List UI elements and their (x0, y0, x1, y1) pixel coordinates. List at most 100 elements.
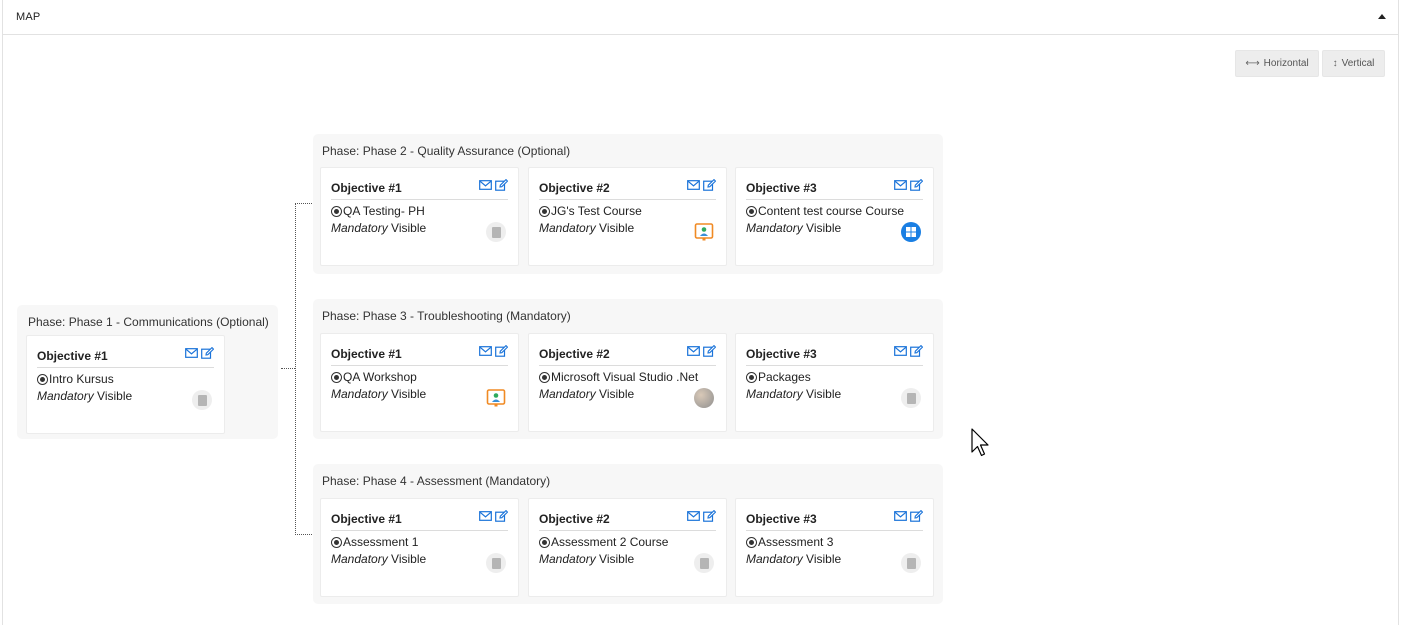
mail-icon[interactable] (894, 179, 907, 191)
visible-label: Visible (599, 387, 635, 401)
connector-branch-4 (295, 534, 312, 535)
visible-label: Visible (97, 389, 133, 403)
visible-label: Visible (806, 221, 842, 235)
course-name: Content test course Course (758, 204, 905, 218)
mail-icon[interactable] (894, 345, 907, 357)
course-name: Intro Kursus (49, 372, 114, 386)
objective-card[interactable]: Objective #2 Microsoft Visual Studio .Ne… (528, 333, 727, 432)
connector-vertical (295, 203, 296, 535)
objective-card[interactable]: Objective #3 Assessment 3 Mandatory Visi… (735, 498, 934, 597)
radio-selected-icon (331, 205, 342, 217)
mail-icon[interactable] (479, 510, 492, 522)
radio-selected-icon (539, 371, 550, 383)
objective-card[interactable]: Objective #3 Content test course Course … (735, 167, 934, 266)
objective-card[interactable]: Objective #1 Intro Kursus Mandatory Visi… (26, 335, 225, 434)
mandatory-label: Mandatory (331, 552, 388, 566)
visible-label: Visible (391, 552, 427, 566)
objective-title: Objective #2 (539, 512, 610, 526)
edit-icon[interactable] (910, 345, 923, 357)
radio-selected-icon (539, 205, 550, 217)
objective-card[interactable]: Objective #1 QA Testing- PH Mandatory Vi… (320, 167, 519, 266)
course-name: Packages (758, 370, 811, 384)
visible-label: Visible (391, 387, 427, 401)
objective-title: Objective #2 (539, 181, 610, 195)
radio-selected-icon (746, 371, 757, 383)
presenter-icon (486, 388, 506, 408)
radio-selected-icon (331, 371, 342, 383)
gray-course-icon (694, 553, 714, 573)
course-name: Assessment 2 Course (551, 535, 669, 549)
objective-card[interactable]: Objective #1 Assessment 1 Mandatory Visi… (320, 498, 519, 597)
objective-title: Objective #1 (331, 181, 402, 195)
horizontal-view-button[interactable]: ⟷ Horizontal (1235, 50, 1319, 77)
objective-title: Objective #3 (746, 181, 817, 195)
mandatory-label: Mandatory (331, 221, 388, 235)
phase-4: Phase: Phase 4 - Assessment (Mandatory) … (313, 464, 943, 604)
edit-icon[interactable] (703, 345, 716, 357)
course-name: Microsoft Visual Studio .Net (551, 370, 699, 384)
visible-label: Visible (806, 552, 842, 566)
vertical-view-button[interactable]: ↕ Vertical (1322, 50, 1385, 77)
course-name: Assessment 3 (758, 535, 834, 549)
phase-title: Phase: Phase 4 - Assessment (Mandatory) (322, 474, 551, 488)
panel-title: MAP (16, 11, 41, 23)
radio-selected-icon (37, 373, 48, 385)
mail-icon[interactable] (479, 345, 492, 357)
mandatory-label: Mandatory (37, 389, 94, 403)
radio-selected-icon (746, 205, 757, 217)
objective-card[interactable]: Objective #2 JG's Test Course Mandatory … (528, 167, 727, 266)
mail-icon[interactable] (687, 179, 700, 191)
mandatory-label: Mandatory (539, 387, 596, 401)
radio-selected-icon (331, 536, 342, 548)
panel-header[interactable]: MAP (3, 0, 1398, 35)
mandatory-label: Mandatory (539, 552, 596, 566)
mandatory-label: Mandatory (331, 387, 388, 401)
objective-card[interactable]: Objective #3 Packages Mandatory Visible (735, 333, 934, 432)
mail-icon[interactable] (687, 345, 700, 357)
horizontal-arrows-icon: ⟷ (1245, 58, 1260, 69)
objective-card[interactable]: Objective #1 QA Workshop Mandatory Visib… (320, 333, 519, 432)
vertical-label: Vertical (1341, 58, 1375, 69)
gray-course-icon (486, 553, 506, 573)
mail-icon[interactable] (479, 179, 492, 191)
gray-course-icon (901, 388, 921, 408)
windows-icon (901, 222, 921, 242)
visible-label: Visible (599, 221, 635, 235)
horizontal-label: Horizontal (1263, 58, 1309, 69)
visible-label: Visible (806, 387, 842, 401)
mail-icon[interactable] (687, 510, 700, 522)
mail-icon[interactable] (894, 510, 907, 522)
phase-title: Phase: Phase 2 - Quality Assurance (Opti… (322, 144, 571, 158)
vertical-arrows-icon: ↕ (1332, 58, 1338, 69)
edit-icon[interactable] (201, 347, 214, 359)
objective-title: Objective #1 (37, 349, 108, 363)
course-name: QA Workshop (343, 370, 417, 384)
course-name: QA Testing- PH (343, 204, 425, 218)
mail-icon[interactable] (185, 347, 198, 359)
edit-icon[interactable] (703, 510, 716, 522)
objective-title: Objective #1 (331, 512, 402, 526)
radio-selected-icon (539, 536, 550, 548)
edit-icon[interactable] (495, 345, 508, 357)
objective-card[interactable]: Objective #2 Assessment 2 Course Mandato… (528, 498, 727, 597)
course-name: Assessment 1 (343, 535, 419, 549)
gray-course-icon (486, 222, 506, 242)
gray-course-icon (192, 390, 212, 410)
phase-1: Phase: Phase 1 - Communications (Optiona… (17, 305, 278, 439)
objective-title: Objective #3 (746, 347, 817, 361)
collapse-caret-icon[interactable] (1378, 14, 1386, 19)
phase-title: Phase: Phase 3 - Troubleshooting (Mandat… (322, 309, 571, 323)
edit-icon[interactable] (910, 179, 923, 191)
map-panel: MAP ⟷ Horizontal ↕ Vertical Phase: Phase… (2, 0, 1399, 625)
radio-selected-icon (746, 536, 757, 548)
connector-horizontal (281, 368, 295, 369)
visible-label: Visible (391, 221, 427, 235)
edit-icon[interactable] (910, 510, 923, 522)
edit-icon[interactable] (495, 510, 508, 522)
edit-icon[interactable] (703, 179, 716, 191)
edit-icon[interactable] (495, 179, 508, 191)
phase-2: Phase: Phase 2 - Quality Assurance (Opti… (313, 134, 943, 274)
mandatory-label: Mandatory (746, 387, 803, 401)
connector-branch-2 (295, 203, 312, 204)
mandatory-label: Mandatory (746, 221, 803, 235)
